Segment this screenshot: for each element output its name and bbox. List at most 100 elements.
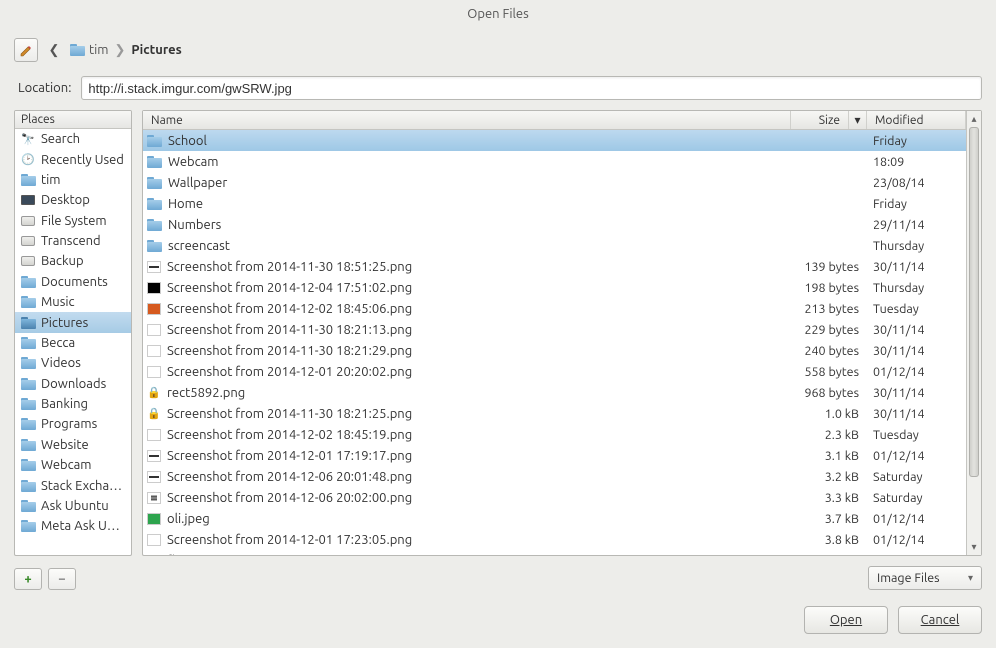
place-item-desktop[interactable]: Desktop — [15, 190, 131, 210]
scrollbar[interactable]: ▴ ▾ — [966, 111, 981, 555]
file-row[interactable]: Screenshot from 2014-11-30 18:51:25.png1… — [143, 256, 966, 277]
search-icon: 🔭 — [20, 132, 36, 146]
place-item-webcam[interactable]: Webcam — [15, 455, 131, 475]
file-row[interactable]: oli.jpeg3.7 kB01/12/14 — [143, 508, 966, 529]
file-modified: Saturday — [867, 491, 966, 505]
file-row[interactable]: flaggingcomment2.png4.0 kB30/11/14 — [143, 550, 966, 555]
file-row[interactable]: Screenshot from 2014-12-04 17:51:02.png1… — [143, 277, 966, 298]
file-size: 3.3 kB — [791, 491, 867, 505]
column-modified[interactable]: Modified — [867, 111, 966, 129]
file-list: SchoolFridayWebcam18:09Wallpaper23/08/14… — [143, 130, 966, 555]
file-row[interactable]: Screenshot from 2014-12-02 18:45:06.png2… — [143, 298, 966, 319]
place-label: Programs — [41, 417, 97, 431]
folder-icon — [20, 417, 36, 431]
file-modified: Tuesday — [867, 428, 966, 442]
column-size[interactable]: Size — [791, 111, 849, 129]
file-row[interactable]: Screenshot from 2014-12-06 20:02:00.png3… — [143, 487, 966, 508]
place-item-search[interactable]: 🔭Search — [15, 129, 131, 149]
file-modified: 30/11/14 — [867, 407, 966, 421]
add-bookmark-button[interactable]: + — [14, 568, 42, 590]
column-name[interactable]: Name — [143, 111, 791, 129]
file-row[interactable]: Screenshot from 2014-12-06 20:01:48.png3… — [143, 466, 966, 487]
nav-back-button[interactable]: ❮ — [46, 43, 62, 58]
breadcrumb-pictures[interactable]: Pictures — [131, 43, 181, 57]
open-button[interactable]: Open — [804, 606, 888, 634]
scroll-thumb[interactable] — [969, 127, 979, 477]
folder-icon — [20, 479, 36, 493]
chevron-down-icon: ▾ — [854, 113, 860, 127]
places-header[interactable]: Places — [15, 111, 131, 129]
place-item-videos[interactable]: Videos — [15, 353, 131, 373]
place-item-transcend[interactable]: Transcend — [15, 231, 131, 251]
file-name: School — [168, 134, 207, 148]
file-name: rect5892.png — [167, 386, 245, 400]
place-label: tim — [41, 173, 61, 187]
file-modified: 01/12/14 — [867, 512, 966, 526]
place-item-becca[interactable]: Becca — [15, 333, 131, 353]
folder-icon — [20, 356, 36, 370]
file-size: 139 bytes — [791, 260, 867, 274]
place-item-website[interactable]: Website — [15, 435, 131, 455]
file-row[interactable]: Screenshot from 2014-12-01 17:19:17.png3… — [143, 445, 966, 466]
file-size: 4.0 kB — [791, 554, 867, 556]
folder-row[interactable]: SchoolFriday — [143, 130, 966, 151]
file-name: Screenshot from 2014-12-01 20:20:02.png — [167, 365, 412, 379]
place-item-programs[interactable]: Programs — [15, 414, 131, 434]
file-size: 558 bytes — [791, 365, 867, 379]
location-input[interactable] — [81, 76, 982, 100]
file-name: flaggingcomment2.png — [167, 554, 304, 556]
file-name: screencast — [168, 239, 230, 253]
file-row[interactable]: Screenshot from 2014-11-30 18:21:13.png2… — [143, 319, 966, 340]
cancel-button[interactable]: Cancel — [898, 606, 982, 634]
place-item-recently-used[interactable]: 🕑Recently Used — [15, 149, 131, 169]
image-thumbnail-icon — [147, 282, 161, 294]
folder-icon — [147, 156, 162, 168]
lock-icon: 🔒 — [147, 408, 161, 420]
remove-bookmark-button[interactable]: − — [48, 568, 76, 590]
file-type-filter[interactable]: Image Files ▾ — [868, 566, 982, 590]
folder-icon — [70, 44, 85, 56]
place-item-backup[interactable]: Backup — [15, 251, 131, 271]
file-size: 3.7 kB — [791, 512, 867, 526]
file-row[interactable]: Screenshot from 2014-11-30 18:21:29.png2… — [143, 340, 966, 361]
place-item-banking[interactable]: Banking — [15, 394, 131, 414]
folder-row[interactable]: HomeFriday — [143, 193, 966, 214]
folder-row[interactable]: screencastThursday — [143, 235, 966, 256]
file-row[interactable]: 🔒rect5892.png968 bytes30/11/14 — [143, 382, 966, 403]
places-list: 🔭Search🕑Recently Used tim DesktopFile Syst… — [15, 129, 131, 555]
sort-indicator[interactable]: ▾ — [849, 111, 867, 129]
scroll-down-button[interactable]: ▾ — [967, 539, 981, 555]
place-item-documents[interactable]: Documents — [15, 272, 131, 292]
folder-icon — [20, 336, 36, 350]
folder-row[interactable]: Numbers29/11/14 — [143, 214, 966, 235]
file-row[interactable]: Screenshot from 2014-12-02 18:45:19.png2… — [143, 424, 966, 445]
image-thumbnail-icon — [147, 324, 161, 336]
folder-row[interactable]: Wallpaper23/08/14 — [143, 172, 966, 193]
place-label: Webcam — [41, 458, 92, 472]
place-label: Transcend — [41, 234, 101, 248]
place-item-tim[interactable]: tim — [15, 170, 131, 190]
place-item-file-system[interactable]: File System — [15, 211, 131, 231]
place-item-meta-ask-ubu-[interactable]: Meta Ask Ubu... — [15, 516, 131, 536]
file-modified: Thursday — [867, 281, 966, 295]
folder-icon — [147, 240, 162, 252]
place-item-music[interactable]: Music — [15, 292, 131, 312]
image-thumbnail-icon — [147, 513, 161, 525]
place-label: Downloads — [41, 377, 106, 391]
place-item-downloads[interactable]: Downloads — [15, 374, 131, 394]
place-item-pictures[interactable]: Pictures — [15, 312, 131, 332]
breadcrumb-tim[interactable]: tim — [70, 43, 109, 57]
places-panel: Places 🔭Search🕑Recently Used tim DesktopFi… — [14, 110, 132, 556]
file-row[interactable]: Screenshot from 2014-12-01 20:20:02.png 5… — [143, 361, 966, 382]
edit-location-button[interactable] — [14, 38, 38, 62]
file-row[interactable]: Screenshot from 2014-12-01 17:23:05.png3… — [143, 529, 966, 550]
file-row[interactable]: 🔒Screenshot from 2014-11-30 18:21:25.png… — [143, 403, 966, 424]
place-item-ask-ubuntu[interactable]: Ask Ubuntu — [15, 496, 131, 516]
scroll-up-button[interactable]: ▴ — [967, 111, 981, 127]
folder-icon — [20, 458, 36, 472]
toolbar: ❮ tim ❯ Pictures — [0, 28, 996, 68]
folder-row[interactable]: Webcam18:09 — [143, 151, 966, 172]
monitor-icon — [20, 193, 36, 207]
place-item-stack-exchange[interactable]: Stack Exchange — [15, 475, 131, 495]
file-modified: 01/12/14 — [867, 365, 966, 379]
